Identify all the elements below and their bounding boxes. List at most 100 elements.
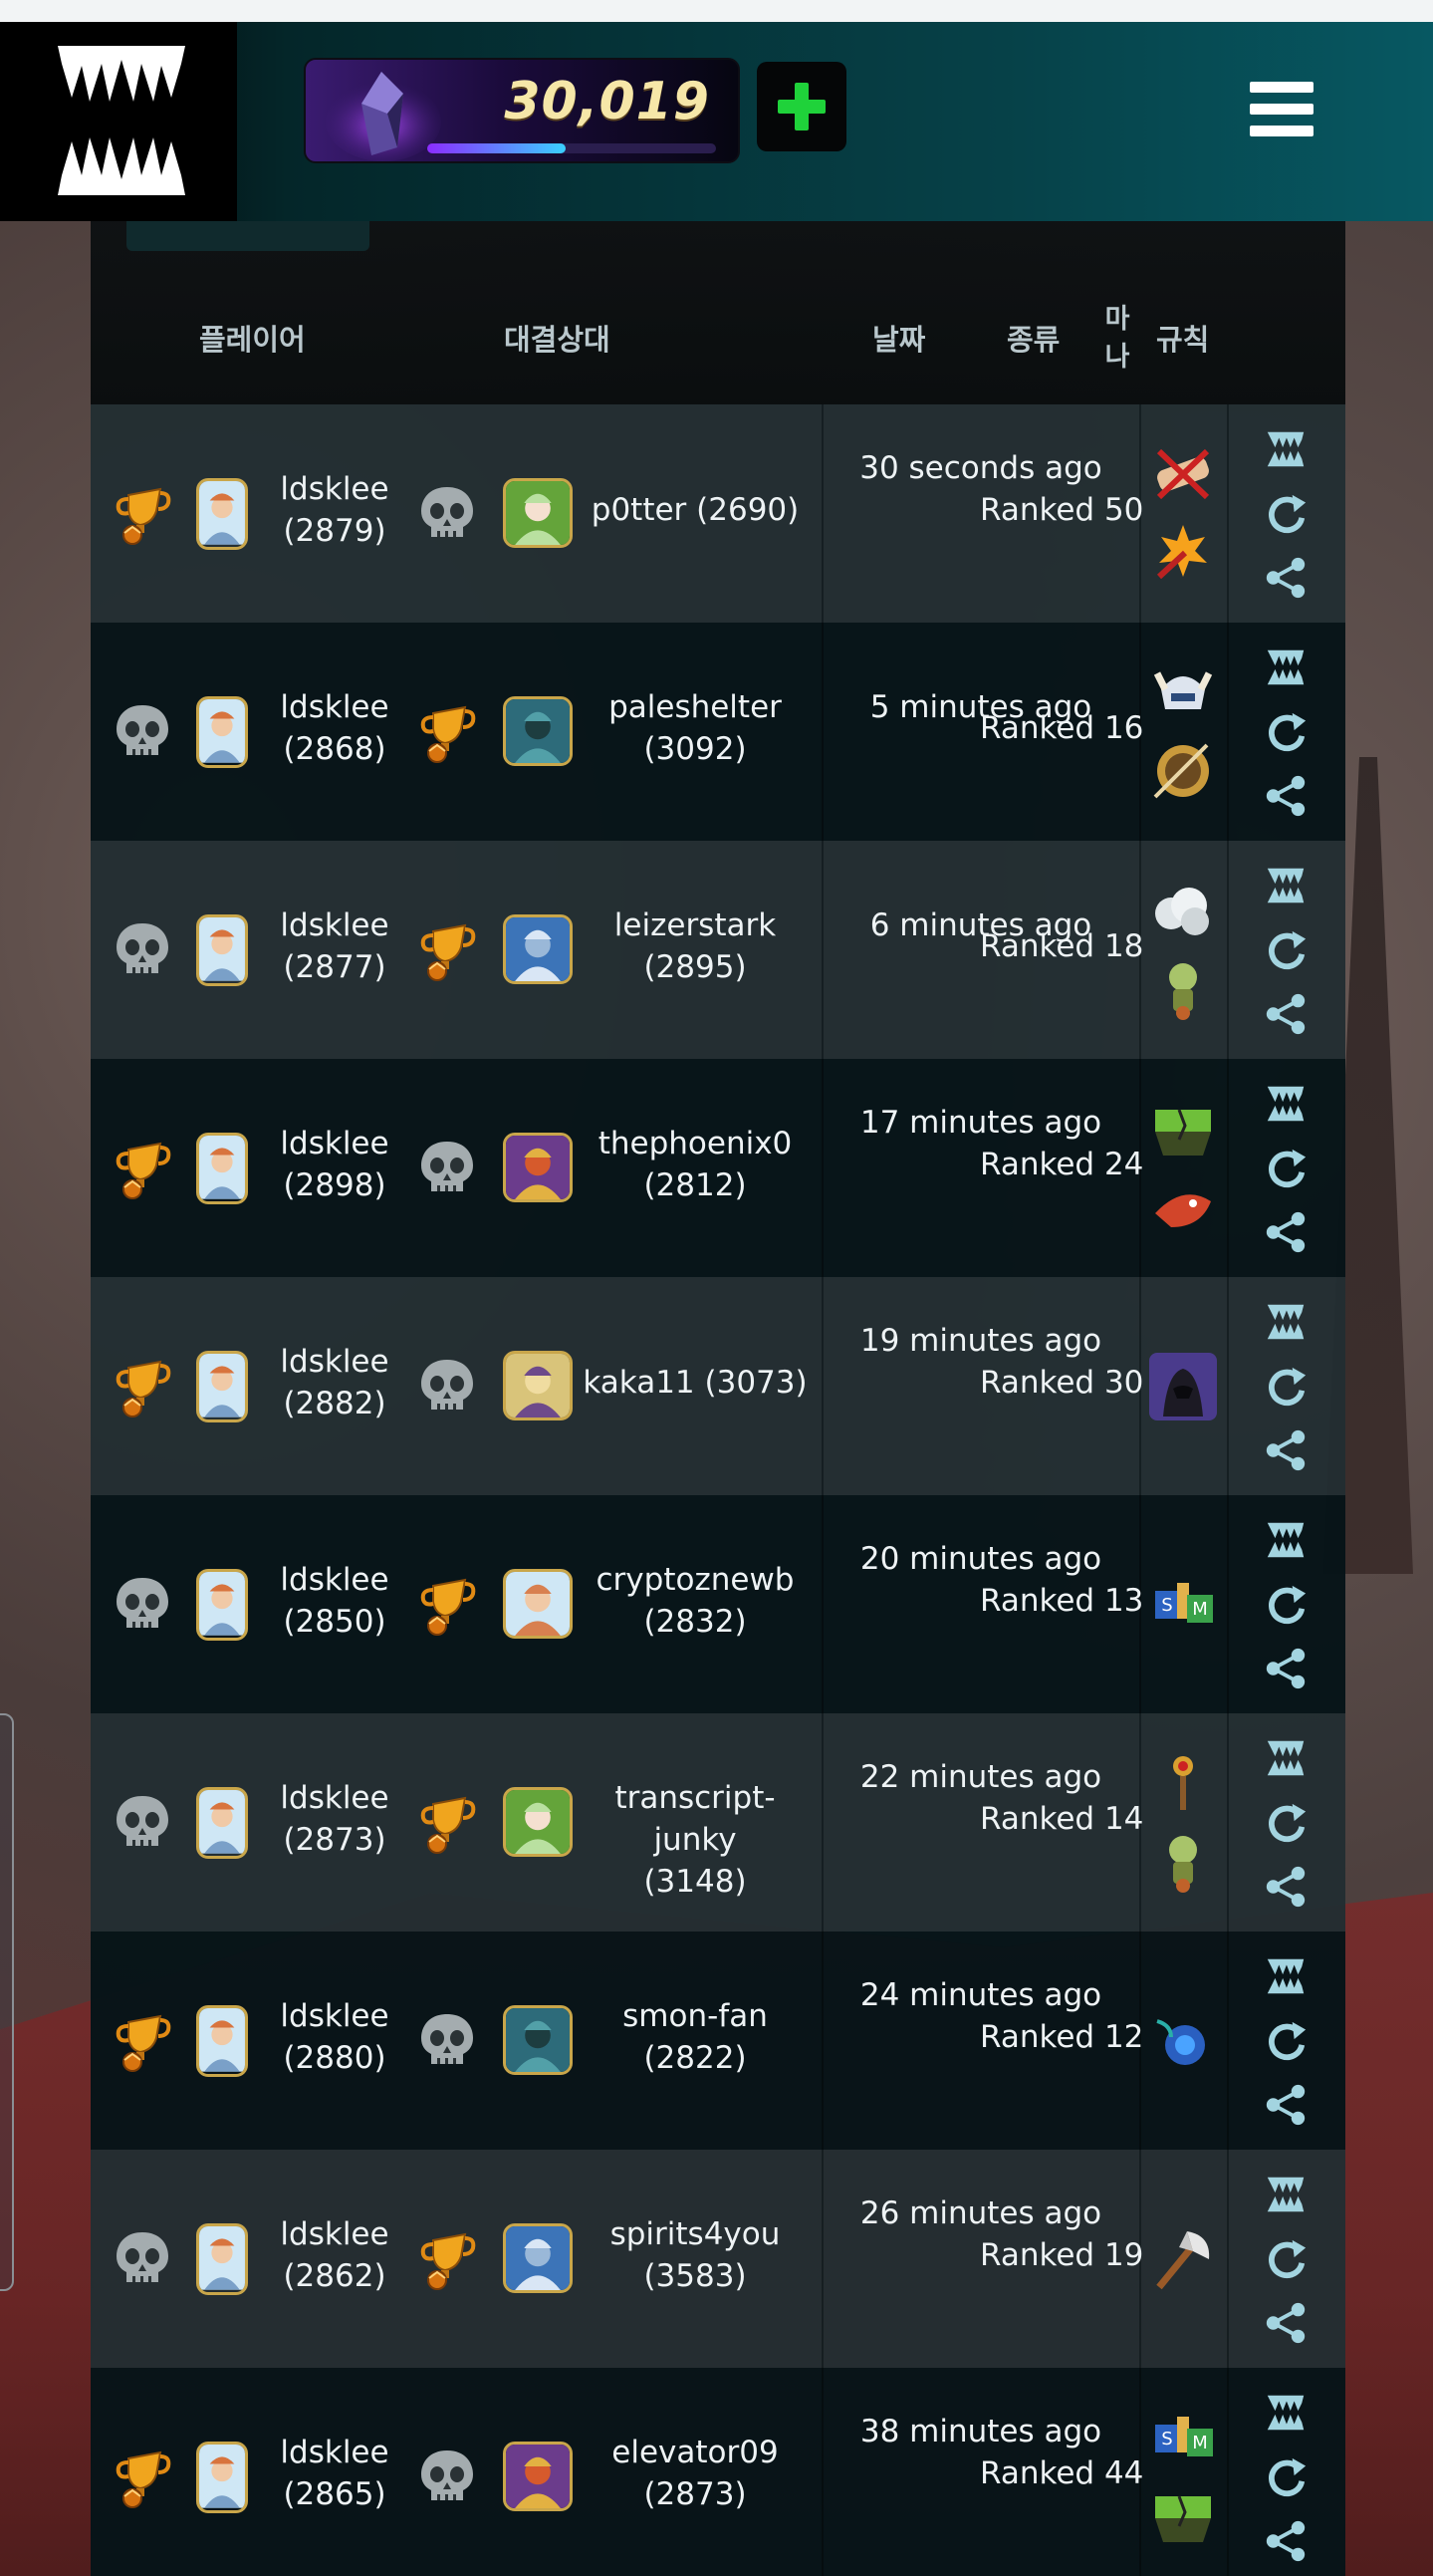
table-row[interactable]: ldsklee (2850) cryptoznewb (2832) 20 minute… xyxy=(91,1495,1345,1713)
opponent-username[interactable]: paleshelter xyxy=(576,686,815,728)
player-username[interactable]: ldsklee xyxy=(260,686,409,728)
table-row[interactable]: ldsklee (2882) kaka11 (3073) 19 minutes ag… xyxy=(91,1277,1345,1495)
earthquake-rule-icon[interactable] xyxy=(1149,1096,1217,1163)
earthquake-rule-icon[interactable] xyxy=(1149,2482,1217,2550)
player-username[interactable]: ldsklee xyxy=(260,904,409,946)
opponent-name[interactable]: elevator09 (2873) xyxy=(576,2432,815,2515)
filter-tab-stub[interactable] xyxy=(126,221,369,251)
fire-and-regret-rule-icon[interactable] xyxy=(1149,1173,1217,1241)
player-username[interactable]: ldsklee xyxy=(260,1995,409,2037)
player-avatar[interactable] xyxy=(196,696,248,768)
column-header-mana[interactable]: 마나 xyxy=(1102,301,1132,377)
table-row[interactable]: ldsklee (2879) p0tter (2690) 30 seconds ag… xyxy=(91,404,1345,623)
rematch-refresh-icon[interactable] xyxy=(1263,709,1309,755)
opponent-avatar[interactable] xyxy=(503,914,573,984)
share-icon[interactable] xyxy=(1263,1427,1309,1473)
share-icon[interactable] xyxy=(1263,555,1309,601)
table-row[interactable]: ldsklee (2877) leizerstark (2895) 6 minutes… xyxy=(91,841,1345,1059)
little-league-rule-icon[interactable] xyxy=(1149,955,1217,1023)
player-name[interactable]: ldsklee (2882) xyxy=(260,1341,409,1424)
player-name[interactable]: ldsklee (2865) xyxy=(260,2432,409,2515)
heavy-hitters-rule-icon[interactable] xyxy=(1149,659,1217,727)
player-name[interactable]: ldsklee (2873) xyxy=(260,1777,409,1861)
share-icon[interactable] xyxy=(1263,2082,1309,2128)
player-username[interactable]: ldsklee xyxy=(260,2213,409,2255)
share-icon[interactable] xyxy=(1263,773,1309,819)
counterspell-rule-icon[interactable] xyxy=(1149,2007,1217,2075)
opponent-username[interactable]: thephoenix0 xyxy=(576,1123,815,1164)
column-header-opponent[interactable]: 대결상대 xyxy=(504,317,610,359)
player-name[interactable]: ldsklee (2880) xyxy=(260,1995,409,2079)
rematch-refresh-icon[interactable] xyxy=(1263,2454,1309,2500)
player-name[interactable]: ldsklee (2850) xyxy=(260,1559,409,1643)
healed-out-rule-icon[interactable] xyxy=(1149,441,1217,509)
opponent-name[interactable]: p0tter (2690) xyxy=(576,489,815,531)
player-avatar[interactable] xyxy=(196,2005,248,2077)
opponent-name[interactable]: leizerstark (2895) xyxy=(576,904,815,988)
opponent-name[interactable]: paleshelter (3092) xyxy=(576,686,815,770)
opponent-name[interactable]: transcript-junky (3148) xyxy=(576,1777,815,1903)
player-username[interactable]: ldsklee xyxy=(260,1777,409,1819)
player-avatar[interactable] xyxy=(196,1351,248,1422)
battle-replay-icon[interactable] xyxy=(1263,1299,1309,1345)
aim-true-rule-icon[interactable] xyxy=(1149,737,1217,805)
opponent-name-rating[interactable]: kaka11 (3073) xyxy=(576,1362,815,1404)
player-username[interactable]: ldsklee xyxy=(260,468,409,510)
table-row[interactable]: ldsklee (2873) transcript-junky (3148) 22 m… xyxy=(91,1713,1345,1932)
opponent-username[interactable]: leizerstark xyxy=(576,904,815,946)
explosive-weaponry-rule-icon[interactable] xyxy=(1149,519,1217,587)
opponent-username[interactable]: transcript-junky xyxy=(576,1777,815,1861)
share-icon[interactable] xyxy=(1263,1864,1309,1910)
share-icon[interactable] xyxy=(1263,2518,1309,2564)
opponent-username[interactable]: smon-fan xyxy=(576,1995,815,2037)
table-row[interactable]: ldsklee (2880) smon-fan (2822) 24 minutes a… xyxy=(91,1932,1345,2150)
opponent-avatar[interactable] xyxy=(503,2442,573,2511)
share-icon[interactable] xyxy=(1263,1209,1309,1255)
opponent-name[interactable]: cryptoznewb (2832) xyxy=(576,1559,815,1643)
player-avatar[interactable] xyxy=(196,1569,248,1641)
opponent-name[interactable]: kaka11 (3073) xyxy=(576,1362,815,1404)
opponent-avatar[interactable] xyxy=(503,1569,573,1639)
rematch-refresh-icon[interactable] xyxy=(1263,2236,1309,2282)
share-icon[interactable] xyxy=(1263,991,1309,1037)
battle-replay-icon[interactable] xyxy=(1263,863,1309,908)
standard-hooded-rule-icon[interactable] xyxy=(1149,1352,1217,1420)
buy-dec-button[interactable] xyxy=(757,62,846,151)
opponent-username[interactable]: spirits4you xyxy=(576,2213,815,2255)
table-row[interactable]: ldsklee (2898) thephoenix0 (2812) 17 minute… xyxy=(91,1059,1345,1277)
battle-replay-icon[interactable] xyxy=(1263,1517,1309,1563)
opponent-username[interactable]: cryptoznewb xyxy=(576,1559,815,1601)
target-practice-rule-icon[interactable] xyxy=(1149,1750,1217,1818)
opponent-username[interactable]: elevator09 xyxy=(576,2432,815,2473)
opponent-avatar[interactable] xyxy=(503,1351,573,1420)
rematch-refresh-icon[interactable] xyxy=(1263,1364,1309,1410)
little-league-rule-icon[interactable] xyxy=(1149,1828,1217,1896)
armored-up-axe-rule-icon[interactable] xyxy=(1149,2225,1217,2293)
player-avatar[interactable] xyxy=(196,914,248,986)
column-header-type[interactable]: 종류 xyxy=(1007,317,1060,359)
player-avatar[interactable] xyxy=(196,1133,248,1204)
table-row[interactable]: ldsklee (2862) spirits4you (3583) 26 minute… xyxy=(91,2150,1345,2368)
player-name[interactable]: ldsklee (2898) xyxy=(260,1123,409,1206)
player-name[interactable]: ldsklee (2877) xyxy=(260,904,409,988)
splinterlands-fangs-logo-icon[interactable] xyxy=(58,46,185,195)
dec-balance-widget[interactable]: 30,019 xyxy=(304,58,740,163)
battle-replay-icon[interactable] xyxy=(1263,644,1309,690)
player-username[interactable]: ldsklee xyxy=(260,1341,409,1383)
table-row[interactable]: ldsklee (2865) elevator09 (2873) 38 minutes… xyxy=(91,2368,1345,2576)
share-icon[interactable] xyxy=(1263,1646,1309,1691)
hamburger-menu-icon[interactable] xyxy=(1250,82,1314,137)
opponent-name-rating[interactable]: p0tter (2690) xyxy=(576,489,815,531)
player-avatar[interactable] xyxy=(196,2223,248,2295)
player-name[interactable]: ldsklee (2879) xyxy=(260,468,409,552)
opponent-avatar[interactable] xyxy=(503,478,573,548)
player-avatar[interactable] xyxy=(196,478,248,550)
opponent-name[interactable]: spirits4you (3583) xyxy=(576,2213,815,2297)
rematch-refresh-icon[interactable] xyxy=(1263,1800,1309,1846)
opponent-avatar[interactable] xyxy=(503,1787,573,1857)
battle-replay-icon[interactable] xyxy=(1263,2172,1309,2217)
battle-replay-icon[interactable] xyxy=(1263,2390,1309,2436)
opponent-avatar[interactable] xyxy=(503,2005,573,2075)
battle-replay-icon[interactable] xyxy=(1263,426,1309,472)
opponent-avatar[interactable] xyxy=(503,696,573,766)
